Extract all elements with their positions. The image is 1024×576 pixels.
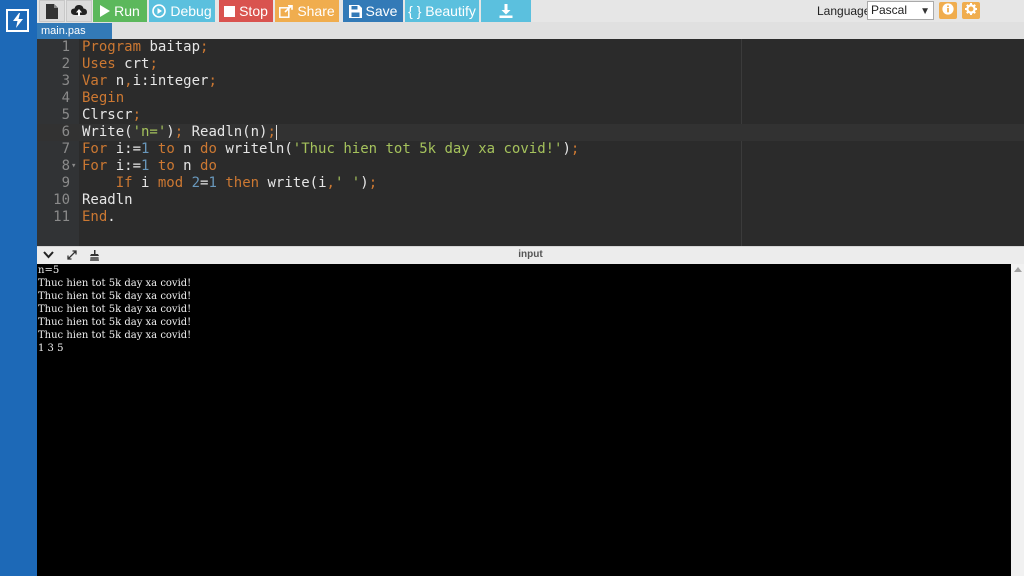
line-number: 1 [61,39,70,55]
run-button[interactable]: Run [93,0,147,22]
console-line: Thuc hien tot 5k day xa covid! [38,330,192,341]
gear-icon [965,2,977,20]
console-line: 1 3 5 [38,343,64,354]
code-text: Clrscr; [82,107,142,123]
code-text: If i mod 2=1 then write(i,' '); [115,175,378,191]
settings-button[interactable] [962,2,980,19]
line-number: 3 [61,73,70,89]
code-line[interactable]: 2 Uses crt; [37,56,1024,73]
code-text: Begin [82,90,125,106]
code-line[interactable]: 1 Program baitap; [37,39,1024,56]
code-text: For i:=1 to n do writeln('Thuc hien tot … [82,141,580,157]
code-line[interactable]: 5 Clrscr; [37,107,1024,124]
save-icon [348,4,362,18]
language-select[interactable]: Pascal ▼ [867,1,934,20]
language-label: Language [817,4,871,18]
console-line: Thuc hien tot 5k day xa covid! [38,317,192,328]
text-cursor [275,124,277,140]
code-line[interactable]: 7 For i:=1 to n do writeln('Thuc hien to… [37,141,1024,158]
line-number: 8 [61,158,70,174]
code-line-active[interactable]: 6 Write('n='); Readln(n); [37,124,1024,141]
code-editor[interactable]: 1 Program baitap; 2 Uses crt; 3 Var n,i:… [37,39,1024,246]
code-line[interactable]: 4 Begin [37,90,1024,107]
line-number: 5 [61,107,70,123]
share-button[interactable]: Share [275,0,339,22]
code-text: End. [82,209,116,225]
console-line: Thuc hien tot 5k day xa covid! [38,278,192,289]
chevron-down-icon: ▼ [920,6,930,17]
line-number: 10 [53,192,70,208]
code-line[interactable]: 10 Readln [37,192,1024,209]
share-label: Share [297,3,335,19]
tab-main-pas[interactable]: main.pas [37,23,112,39]
toolbar: Run Debug Stop Share Save { } Beautify L… [37,0,1024,22]
code-text: Program baitap; [82,39,209,55]
line-number: 9 [61,175,70,191]
code-text: Var n,i:integer; [82,73,217,89]
code-text: For i:=1 to n do [82,158,217,174]
play-icon [100,5,111,17]
debug-label: Debug [170,3,212,19]
scroll-up-arrow-icon[interactable] [1014,267,1022,272]
fold-arrow-icon[interactable]: ▾ [71,158,76,175]
output-console[interactable]: n=5 Thuc hien tot 5k day xa covid! Thuc … [37,264,1011,576]
lightning-logo-icon[interactable] [6,9,29,32]
console-scrollbar[interactable] [1011,264,1024,576]
stop-label: Stop [239,3,268,19]
line-number: 7 [61,141,70,157]
download-icon [499,4,513,18]
debug-icon [152,4,167,18]
beautify-button[interactable]: { } Beautify [405,0,479,22]
new-file-icon [46,3,58,19]
code-text: Write('n='); Readln(n); [82,124,277,140]
code-text: Uses crt; [82,56,158,72]
console-line: Thuc hien tot 5k day xa covid! [38,291,192,302]
io-panel-title: input [518,249,543,260]
upload-button[interactable] [66,0,92,22]
line-number: 2 [61,56,70,72]
console-line: Thuc hien tot 5k day xa covid! [38,304,192,315]
console-line: n=5 [38,265,60,276]
line-number: 4 [61,90,70,106]
info-button[interactable] [939,2,957,19]
line-number: 11 [53,209,70,225]
beautify-label: { } Beautify [408,3,476,19]
upload-icon [71,4,87,18]
share-icon [279,4,294,18]
sidebar [0,0,37,576]
debug-button[interactable]: Debug [149,0,215,22]
stop-button[interactable]: Stop [219,0,273,22]
line-number: 6 [61,124,70,140]
code-line[interactable]: 11 End. [37,209,1024,226]
code-line[interactable]: 8 ▾ For i:=1 to n do [37,158,1024,175]
save-button[interactable]: Save [343,0,403,22]
save-label: Save [365,3,398,19]
code-line[interactable]: 3 Var n,i:integer; [37,73,1024,90]
code-line[interactable]: 9 If i mod 2=1 then write(i,' '); [37,175,1024,192]
code-text: Readln [82,192,133,208]
language-value: Pascal [871,3,908,17]
io-panel-header: input [37,246,1024,264]
run-label: Run [114,3,140,19]
new-file-button[interactable] [39,0,65,22]
stop-icon [224,5,236,17]
download-button[interactable] [481,0,531,22]
file-tab-strip: main.pas [37,22,1024,39]
info-icon [942,2,954,20]
